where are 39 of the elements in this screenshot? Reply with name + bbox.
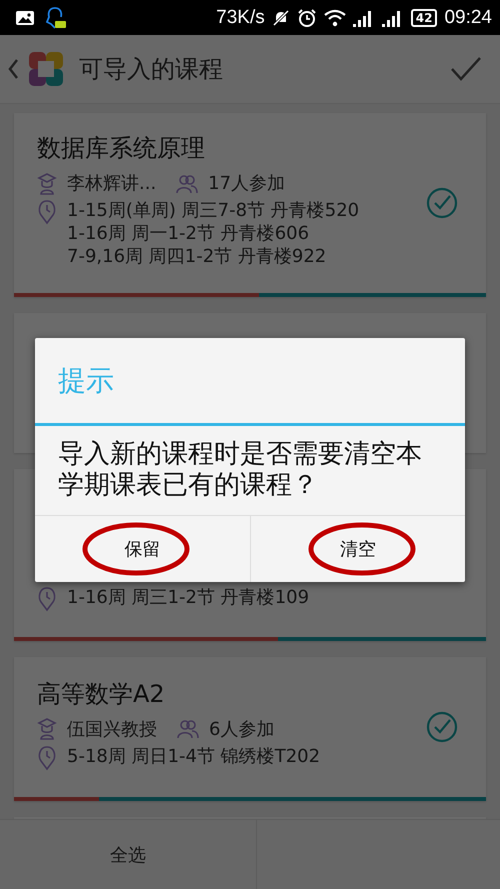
dialog-message: 导入新的课程时是否需要清空本学期课表已有的课程？: [57, 438, 423, 502]
battery-level: 42: [410, 8, 438, 26]
teacher-name: 李林辉讲...: [67, 172, 156, 195]
checkmark-icon[interactable]: [450, 56, 482, 82]
dialog-button[interactable]: 清空: [250, 516, 465, 582]
participant-count: 6人参加: [209, 718, 274, 740]
teacher-icon: [37, 172, 57, 194]
participant-count: 17人参加: [208, 172, 286, 195]
schedule-line: 7-9,16周 周四1-2节 丹青楼922: [67, 245, 328, 268]
back-icon[interactable]: [7, 58, 19, 80]
dialog-button[interactable]: 保留: [35, 516, 250, 582]
check-circle-icon[interactable]: [426, 187, 458, 219]
course-title: 数据库系统原理: [37, 133, 206, 163]
network-speed: 73K/s: [216, 6, 265, 28]
course-card[interactable]: 数据库系统原理 李林辉讲... 17人参加 1-15周(单周) 周三7-8节 丹青楼520 1-16周 周一1-2节 丹青楼606 7-9,16周 周四1-2节 丹青楼922: [14, 113, 486, 297]
clock-pin-icon: [37, 199, 57, 225]
clock-pin-icon: [37, 586, 57, 612]
select-all-button[interactable]: 全选: [0, 820, 256, 889]
dialog-title: 提示: [35, 338, 465, 426]
course-card[interactable]: 高等数学A2 伍国兴教授 6人参加 5-18周 周日1-4节 锦绣楼T202: [14, 657, 486, 801]
people-icon: [177, 719, 199, 739]
schedule-line: 1-16周 周一1-2节 丹青楼606: [67, 222, 310, 245]
app-logo-icon: [29, 52, 63, 86]
chat-icon: [45, 6, 67, 30]
wifi-icon: [324, 8, 346, 26]
teacher-name: 伍国兴教授: [67, 718, 157, 740]
alarm-icon: [296, 8, 317, 28]
page-title: 可导入的课程: [79, 54, 223, 85]
course-title: 高等数学A2: [37, 678, 166, 708]
check-circle-icon[interactable]: [426, 711, 458, 743]
clock-time: 09:24: [444, 6, 492, 28]
schedule-line: 1-16周 周三1-2节 丹青楼109: [67, 586, 310, 609]
schedule-line: 1-15周(单周) 周三7-8节 丹青楼520: [67, 199, 360, 222]
teacher-icon: [37, 718, 57, 740]
people-icon: [176, 174, 198, 194]
muted-bell-icon: [272, 8, 290, 26]
image-icon: [15, 10, 35, 26]
clock-pin-icon: [37, 744, 57, 770]
schedule-line: 5-18周 周日1-4节 锦绣楼T202: [67, 744, 320, 768]
